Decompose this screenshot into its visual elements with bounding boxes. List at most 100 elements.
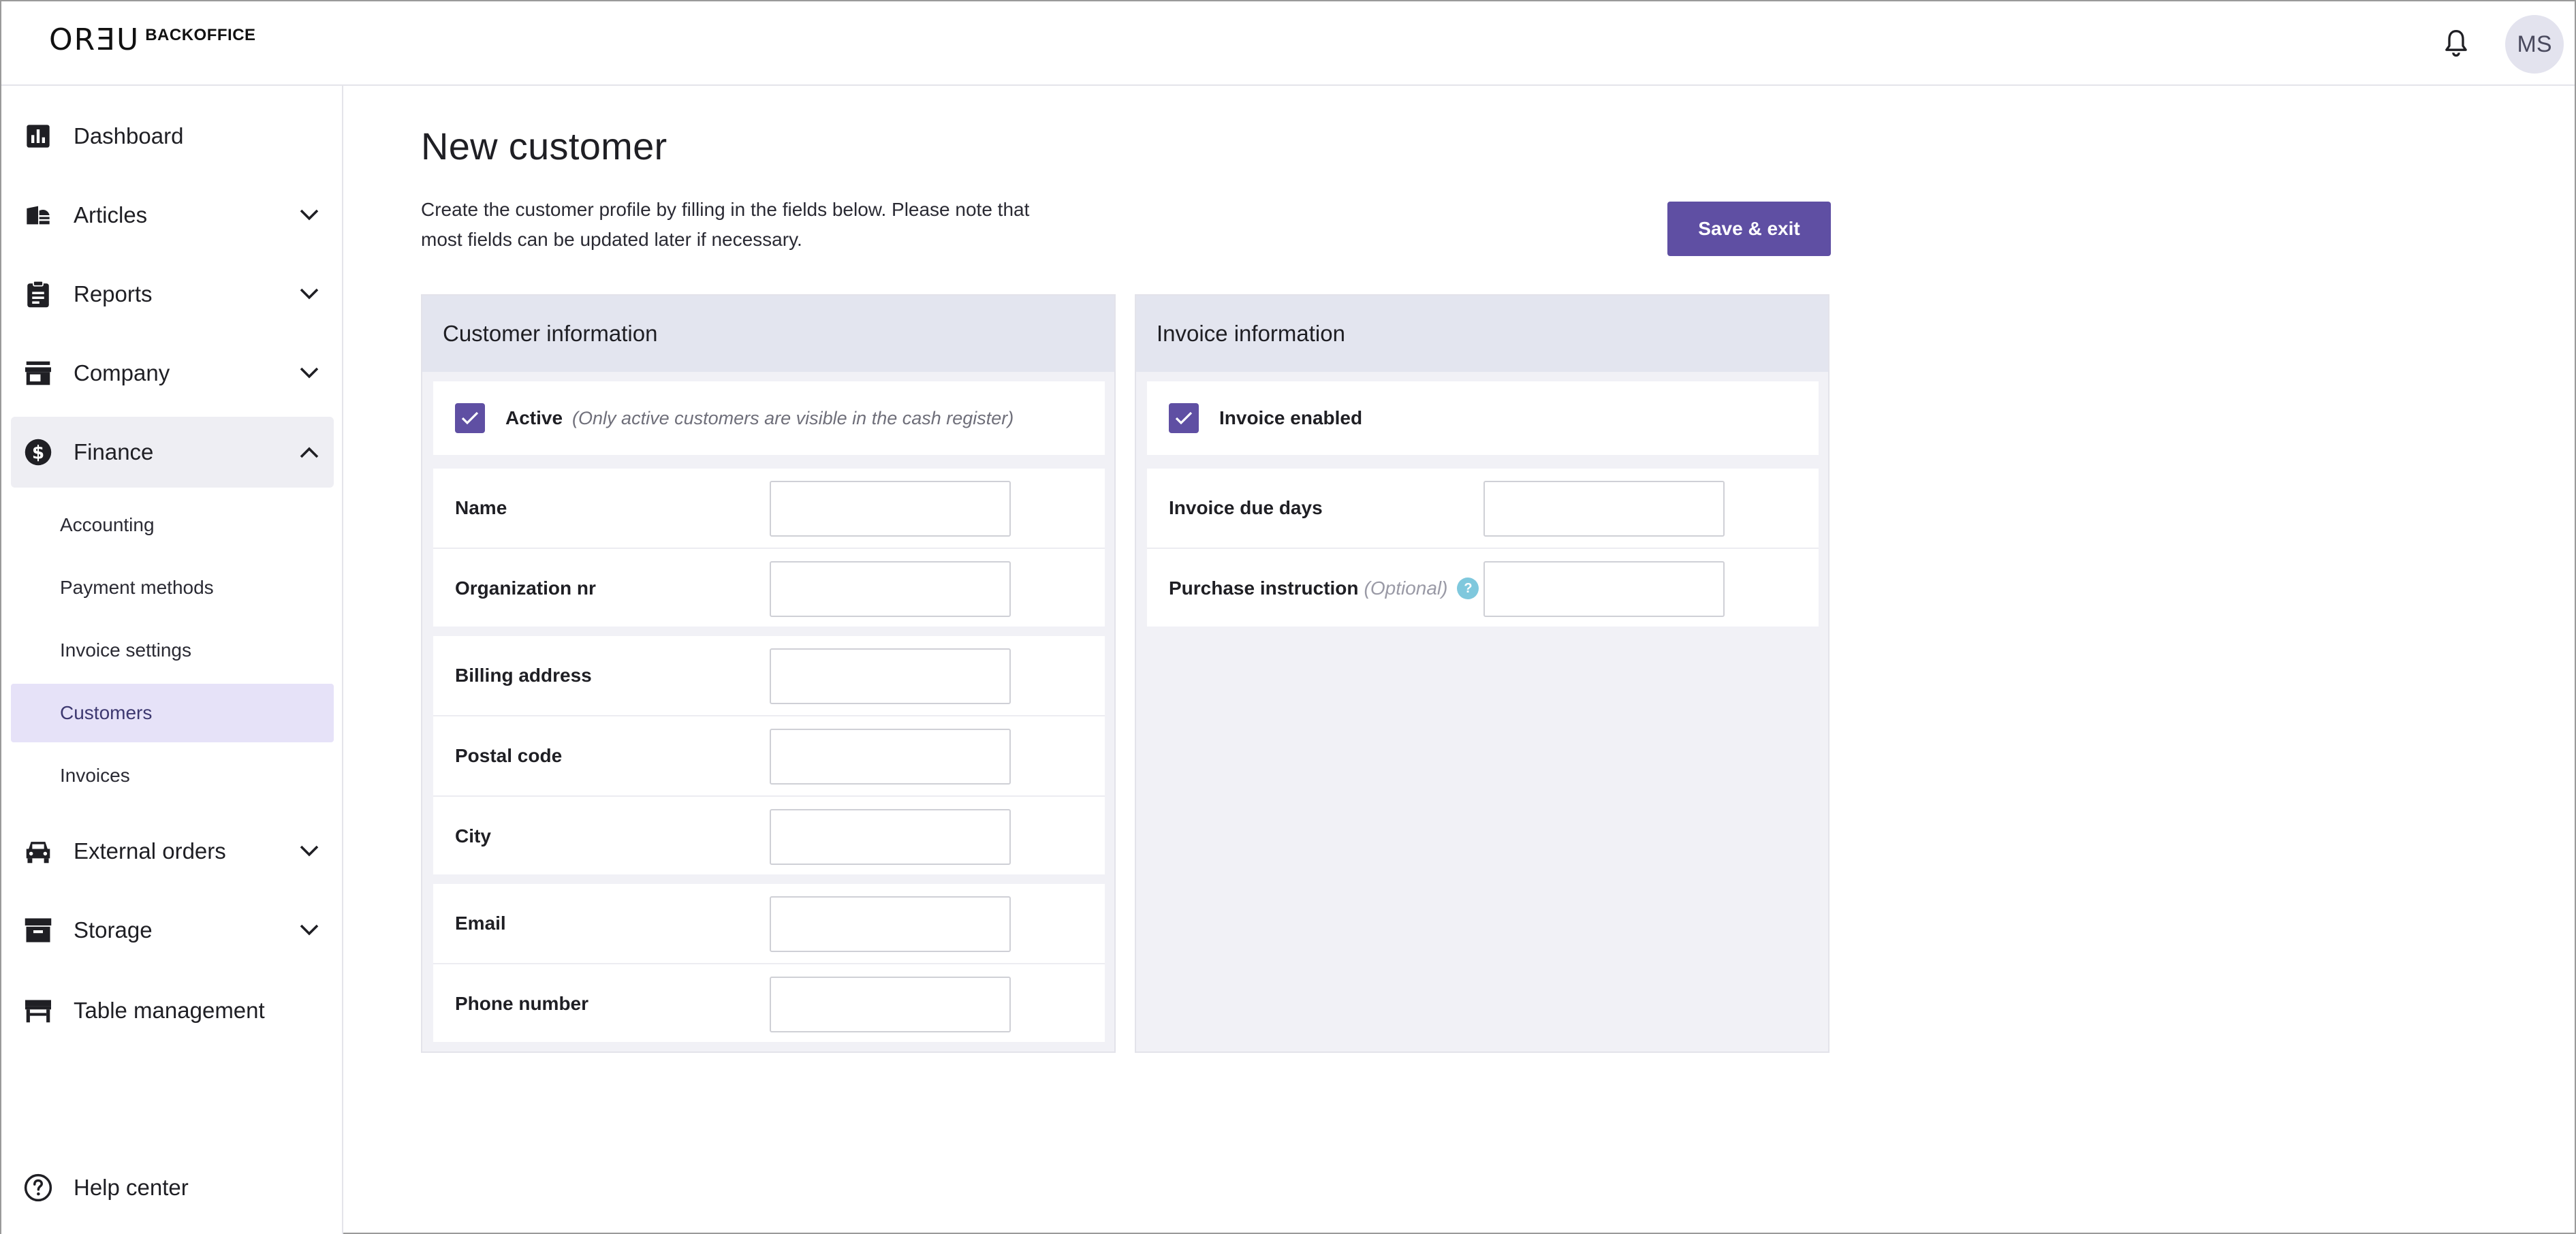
chevron-down-icon[interactable] [298, 362, 320, 384]
sidebar-item-label: External orders [74, 838, 226, 864]
postal-code-input[interactable] [770, 729, 1011, 785]
purchase-instruction-text: Purchase instruction [1169, 578, 1359, 599]
sidebar-subitem-invoices[interactable]: Invoices [11, 746, 334, 805]
save-exit-button[interactable]: Save & exit [1667, 202, 1831, 256]
name-input[interactable] [770, 481, 1011, 537]
sidebar-subitem-label: Invoices [60, 765, 130, 786]
org-nr-label: Organization nr [455, 578, 596, 599]
invoice-info-panel: Invoice information Invoice enabled Invo… [1135, 294, 1829, 1053]
sidebar-item-storage[interactable]: Storage [11, 895, 334, 966]
postal-code-row: Postal code [433, 715, 1105, 794]
bell-icon[interactable] [2440, 27, 2472, 60]
sidebar-subitem-label: Customers [60, 702, 153, 723]
invoice-fields-group: Invoice due days Purchase instruction (O… [1147, 469, 1819, 627]
sidebar-item-dashboard[interactable]: Dashboard [11, 101, 334, 172]
phone-input[interactable] [770, 977, 1011, 1032]
phone-label: Phone number [455, 993, 589, 1014]
chevron-up-icon[interactable] [298, 441, 320, 463]
sidebar-subitem-accounting[interactable]: Accounting [11, 496, 334, 554]
dollar-circle-icon: $ [22, 436, 54, 469]
storefront-icon [22, 357, 54, 390]
sidebar-subitem-customers[interactable]: Customers [11, 684, 334, 742]
sidebar-item-label: Finance [74, 439, 154, 464]
purchase-instruction-label: Purchase instruction (Optional) ? [1169, 549, 1479, 628]
purchase-instruction-input[interactable] [1483, 561, 1725, 617]
chevron-down-icon[interactable] [298, 204, 320, 226]
user-avatar[interactable]: MS [2505, 15, 2564, 74]
active-hint: (Only active customers are visible in th… [572, 407, 1014, 428]
chevron-down-icon[interactable] [298, 919, 320, 941]
chevron-down-icon[interactable] [298, 283, 320, 305]
billing-address-label: Billing address [455, 665, 592, 686]
clipboard-icon [22, 278, 54, 311]
sidebar-item-reports[interactable]: Reports [11, 259, 334, 330]
city-input[interactable] [770, 809, 1011, 865]
sidebar-subitem-payment-methods[interactable]: Payment methods [11, 558, 334, 617]
sidebar-item-label: Storage [74, 917, 153, 943]
page-title: New customer [421, 125, 667, 168]
logo-text: BACKOFFICE [145, 26, 256, 44]
sidebar-item-help-center[interactable]: Help center [11, 1152, 334, 1223]
sidebar-subitem-label: Payment methods [60, 577, 214, 598]
sidebar-item-external-orders[interactable]: External orders [11, 816, 334, 887]
sidebar-item-label: Table management [74, 998, 265, 1023]
sidebar-subitem-invoice-settings[interactable]: Invoice settings [11, 621, 334, 680]
dashboard-chart-icon [22, 120, 54, 153]
city-row: City [433, 795, 1105, 874]
active-checkbox-row: Active (Only active customers are visibl… [433, 381, 1105, 455]
active-label: Active [505, 407, 563, 428]
sidebar-item-label: Reports [74, 281, 153, 306]
name-label: Name [455, 497, 507, 518]
app-window: ORƎU BACKOFFICE MS Dashboard Articles Re… [0, 0, 2576, 1234]
active-checkbox[interactable] [455, 403, 485, 433]
sidebar-item-articles[interactable]: Articles [11, 180, 334, 251]
sidebar: Dashboard Articles Reports Company $ Fin… [1, 86, 343, 1234]
sidebar-item-label: Dashboard [74, 123, 184, 148]
car-icon [22, 835, 54, 868]
contact-group: Email Phone number [433, 884, 1105, 1042]
optional-tag: (Optional) [1364, 578, 1448, 599]
top-bar: ORƎU BACKOFFICE MS [1, 1, 2575, 86]
help-tooltip-icon[interactable]: ? [1457, 578, 1479, 599]
invoice-enabled-group: Invoice enabled [1147, 381, 1819, 455]
phone-row: Phone number [433, 963, 1105, 1042]
page-description: Create the customer profile by filling i… [421, 199, 1030, 250]
invoice-enabled-checkbox[interactable] [1169, 403, 1199, 433]
sidebar-item-label: Articles [74, 202, 148, 227]
question-circle-icon [22, 1171, 54, 1204]
sidebar-item-label: Help center [74, 1175, 189, 1200]
table-icon [22, 994, 54, 1027]
invoice-due-days-row: Invoice due days [1147, 469, 1819, 548]
sidebar-item-label: Company [74, 360, 170, 385]
active-group: Active (Only active customers are visibl… [433, 381, 1105, 455]
customer-info-panel: Customer information Active (Only active… [421, 294, 1116, 1053]
sidebar-subitem-label: Accounting [60, 514, 155, 535]
sidebar-item-company[interactable]: Company [11, 338, 334, 409]
archive-box-icon [22, 914, 54, 947]
sidebar-subitem-label: Invoice settings [60, 639, 191, 661]
invoice-due-days-input[interactable] [1483, 481, 1725, 537]
address-group: Billing address Postal code City [433, 636, 1105, 874]
invoice-enabled-row: Invoice enabled [1147, 381, 1819, 455]
email-row: Email [433, 884, 1105, 963]
name-row: Name [433, 469, 1105, 548]
logo-mark: ORƎU [49, 22, 140, 57]
invoice-enabled-label: Invoice enabled [1219, 407, 1363, 428]
org-nr-input[interactable] [770, 561, 1011, 617]
articles-icon [22, 199, 54, 232]
panel-title: Customer information [443, 321, 658, 346]
svg-text:$: $ [32, 443, 44, 464]
sidebar-item-finance[interactable]: $ Finance [11, 417, 334, 488]
email-label: Email [455, 913, 506, 934]
invoice-due-days-label: Invoice due days [1169, 497, 1323, 518]
postal-code-label: Postal code [455, 745, 563, 766]
billing-address-row: Billing address [433, 636, 1105, 715]
email-input[interactable] [770, 896, 1011, 952]
panel-title: Invoice information [1157, 321, 1345, 346]
billing-address-input[interactable] [770, 648, 1011, 704]
sidebar-item-table-management[interactable]: Table management [11, 975, 334, 1046]
chevron-down-icon[interactable] [298, 840, 320, 862]
brand-logo[interactable]: ORƎU BACKOFFICE [49, 25, 256, 56]
panel-header: Invoice information [1136, 296, 1828, 372]
panel-header: Customer information [422, 296, 1114, 372]
